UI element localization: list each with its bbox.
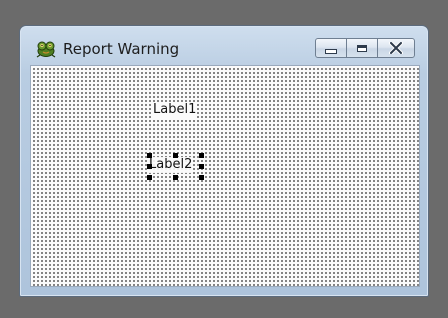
form-design-surface[interactable]: Label1 Label2 — [30, 65, 420, 287]
desktop-background: Report Warning Label1 Label2 — [0, 0, 448, 318]
maximize-button[interactable] — [346, 38, 378, 58]
title-bar[interactable]: Report Warning — [20, 26, 428, 64]
label2-control[interactable]: Label2 — [148, 157, 194, 173]
selection-handle-top-left[interactable] — [147, 153, 152, 158]
selection-handle-bottom-left[interactable] — [147, 175, 152, 180]
selection-handle-middle-right[interactable] — [199, 164, 204, 169]
selection-handle-bottom-middle[interactable] — [173, 175, 178, 180]
minimize-icon — [325, 48, 337, 54]
report-warning-window[interactable]: Report Warning Label1 Label2 — [19, 25, 429, 297]
selection-handle-bottom-right[interactable] — [199, 175, 204, 180]
maximize-icon — [357, 44, 367, 52]
selection-handle-top-right[interactable] — [199, 153, 204, 158]
close-button[interactable] — [377, 38, 415, 58]
selection-handle-top-middle[interactable] — [173, 153, 178, 158]
minimize-button[interactable] — [315, 38, 347, 58]
label1-control[interactable]: Label1 — [152, 102, 198, 118]
window-title: Report Warning — [63, 40, 180, 58]
selection-handle-middle-left[interactable] — [147, 164, 152, 169]
frog-icon[interactable] — [35, 38, 57, 58]
close-icon — [389, 39, 403, 58]
caption-buttons — [315, 38, 415, 58]
